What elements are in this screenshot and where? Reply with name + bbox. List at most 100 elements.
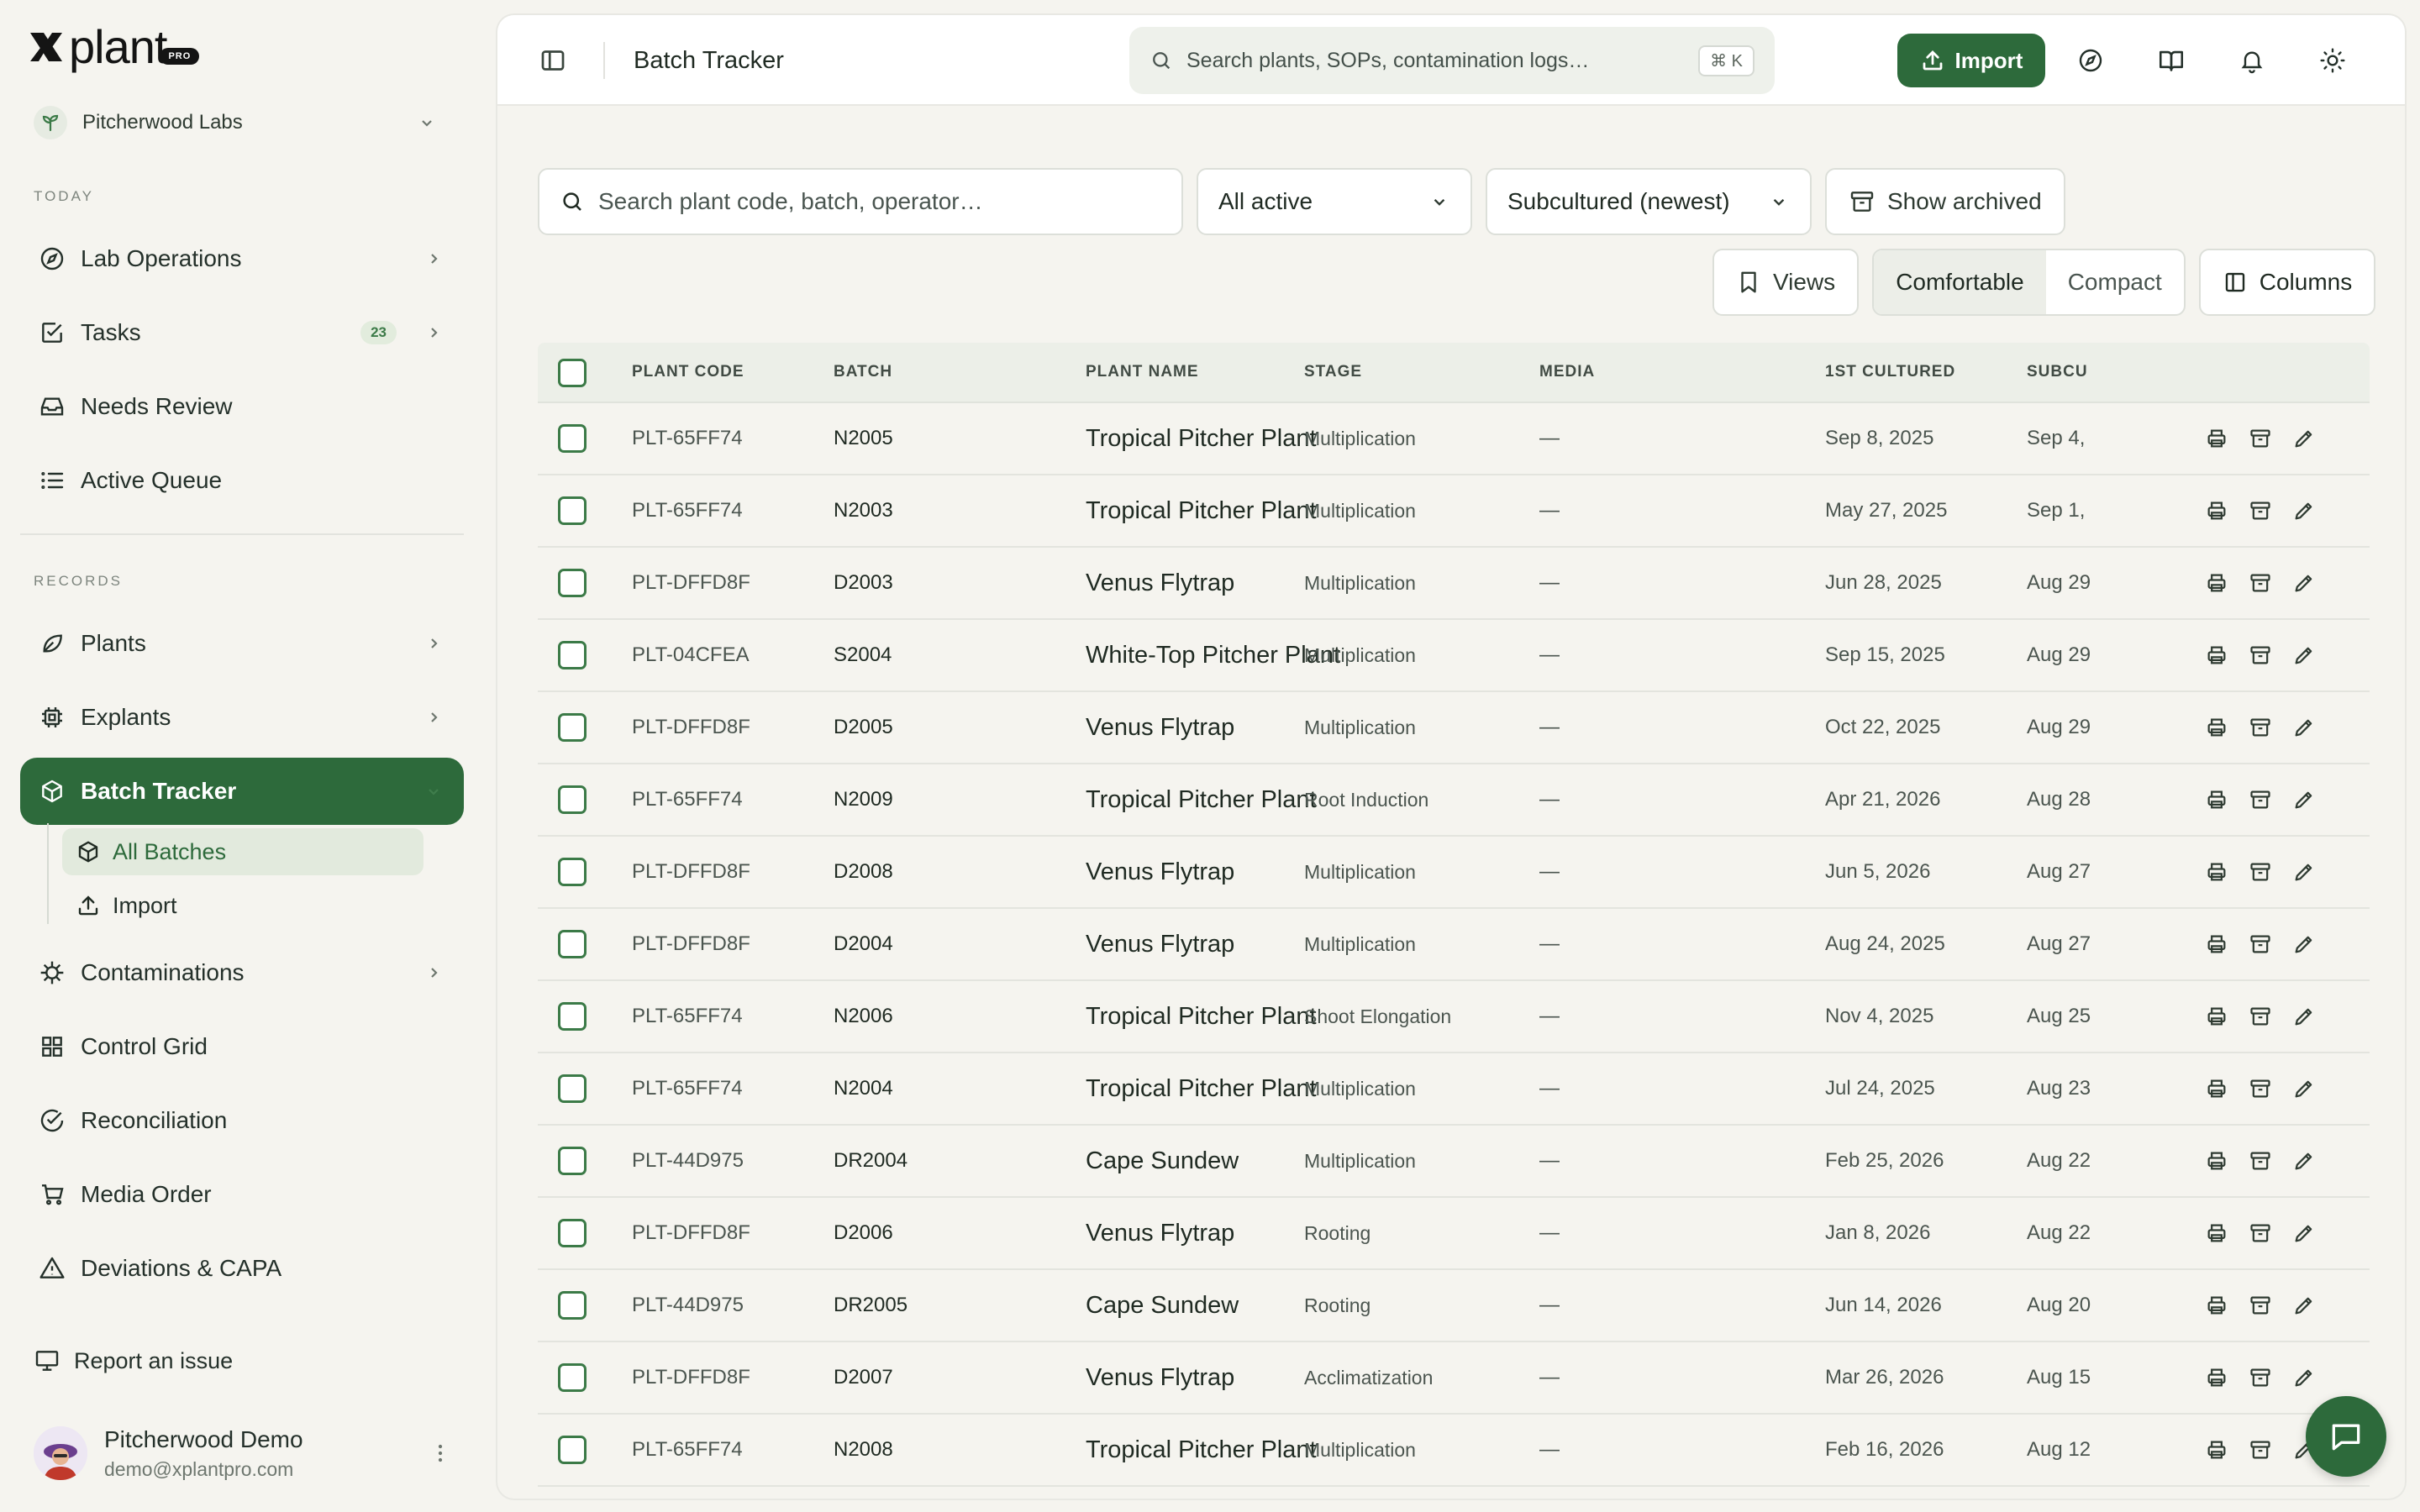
- cell-plant-code[interactable]: PLT-DFFD8F: [632, 932, 750, 956]
- table-row[interactable]: PLT-65FF74 N2004 Tropical Pitcher Plant Mul…: [538, 1053, 2370, 1126]
- archive-icon[interactable]: [2238, 855, 2282, 889]
- book-icon[interactable]: [2153, 42, 2190, 79]
- cell-plant-code[interactable]: PLT-04CFEA: [632, 643, 750, 667]
- status-select[interactable]: All active: [1197, 168, 1472, 235]
- edit-icon[interactable]: [2282, 783, 2326, 816]
- archive-icon[interactable]: [2238, 638, 2282, 672]
- cell-plant-code[interactable]: PLT-65FF74: [632, 1077, 743, 1100]
- edit-icon[interactable]: [2282, 711, 2326, 744]
- row-checkbox[interactable]: [558, 1074, 587, 1103]
- density-compact[interactable]: Compact: [2046, 250, 2184, 314]
- row-checkbox[interactable]: [558, 1363, 587, 1392]
- table-row[interactable]: PLT-65FF74 N2008 Tropical Pitcher Plant Mul…: [538, 1415, 2370, 1487]
- column-header-first-cultured[interactable]: 1ST CULTURED: [1825, 363, 1955, 381]
- sidebar-subitem-all-batches[interactable]: All Batches: [62, 828, 424, 875]
- table-search-input[interactable]: Search plant code, batch, operator…: [538, 168, 1183, 235]
- import-button[interactable]: Import: [1897, 34, 2045, 87]
- cell-plant-code[interactable]: PLT-65FF74: [632, 1005, 743, 1028]
- archive-icon[interactable]: [2238, 1000, 2282, 1033]
- table-row[interactable]: PLT-65FF74 N2003 Tropical Pitcher Plant Mul…: [538, 475, 2370, 548]
- edit-icon[interactable]: [2282, 855, 2326, 889]
- sidebar-item-tasks[interactable]: Tasks 23: [20, 299, 464, 366]
- archive-icon[interactable]: [2238, 422, 2282, 455]
- row-checkbox[interactable]: [558, 858, 587, 886]
- columns-button[interactable]: Columns: [2198, 249, 2376, 316]
- archive-icon[interactable]: [2238, 1144, 2282, 1178]
- print-icon[interactable]: [2195, 1216, 2238, 1250]
- edit-icon[interactable]: [2282, 1072, 2326, 1105]
- archive-icon[interactable]: [2238, 711, 2282, 744]
- table-row[interactable]: PLT-04CFEA S2004 White-Top Pitcher Plant Mu…: [538, 620, 2370, 692]
- table-row[interactable]: PLT-DFFD8F D2008 Venus Flytrap Multiplicati…: [538, 837, 2370, 909]
- sort-select[interactable]: Subcultured (newest): [1486, 168, 1812, 235]
- sun-icon[interactable]: [2314, 42, 2351, 79]
- select-all-checkbox[interactable]: [558, 359, 587, 387]
- column-header-batch[interactable]: BATCH: [834, 363, 892, 381]
- sidebar-item-batch-tracker[interactable]: Batch Tracker: [20, 758, 464, 825]
- sidebar-item-control-grid[interactable]: Control Grid: [20, 1013, 464, 1080]
- compass-icon[interactable]: [2072, 42, 2109, 79]
- workspace-switcher[interactable]: Pitcherwood Labs: [34, 102, 437, 143]
- row-checkbox[interactable]: [558, 641, 587, 669]
- edit-icon[interactable]: [2282, 566, 2326, 600]
- edit-icon[interactable]: [2282, 638, 2326, 672]
- cell-plant-code[interactable]: PLT-65FF74: [632, 427, 743, 450]
- cell-plant-code[interactable]: PLT-DFFD8F: [632, 1221, 750, 1245]
- cell-plant-code[interactable]: PLT-DFFD8F: [632, 860, 750, 884]
- table-row[interactable]: PLT-DFFD8F D2004 Venus Flytrap Multiplicati…: [538, 909, 2370, 981]
- cell-plant-code[interactable]: PLT-65FF74: [632, 788, 743, 811]
- print-icon[interactable]: [2195, 1433, 2238, 1467]
- show-archived-button[interactable]: Show archived: [1825, 168, 2065, 235]
- edit-icon[interactable]: [2282, 927, 2326, 961]
- archive-icon[interactable]: [2238, 1289, 2282, 1322]
- archive-icon[interactable]: [2238, 566, 2282, 600]
- print-icon[interactable]: [2195, 1000, 2238, 1033]
- print-icon[interactable]: [2195, 1289, 2238, 1322]
- user-menu[interactable]: Pitcherwood Demo demo@xplantpro.com: [34, 1420, 454, 1487]
- row-checkbox[interactable]: [558, 1147, 587, 1175]
- sidebar-item-lab-operations[interactable]: Lab Operations: [20, 225, 464, 292]
- print-icon[interactable]: [2195, 855, 2238, 889]
- archive-icon[interactable]: [2238, 927, 2282, 961]
- print-icon[interactable]: [2195, 638, 2238, 672]
- column-header-media[interactable]: MEDIA: [1539, 363, 1595, 381]
- sidebar-item-active-queue[interactable]: Active Queue: [20, 447, 464, 514]
- table-row[interactable]: PLT-DFFD8F D2006 Venus Flytrap Rooting — Jan …: [538, 1198, 2370, 1270]
- cell-plant-code[interactable]: PLT-DFFD8F: [632, 716, 750, 739]
- row-checkbox[interactable]: [558, 1219, 587, 1247]
- row-checkbox[interactable]: [558, 569, 587, 597]
- archive-icon[interactable]: [2238, 1072, 2282, 1105]
- print-icon[interactable]: [2195, 927, 2238, 961]
- row-checkbox[interactable]: [558, 1436, 587, 1464]
- row-checkbox[interactable]: [558, 713, 587, 742]
- edit-icon[interactable]: [2282, 1216, 2326, 1250]
- sidebar-item-deviations-capa[interactable]: Deviations & CAPA: [20, 1235, 464, 1302]
- edit-icon[interactable]: [2282, 1000, 2326, 1033]
- column-header-plant-code[interactable]: PLANT CODE: [632, 363, 744, 381]
- column-header-subcultured[interactable]: SUBCU: [2027, 363, 2088, 381]
- print-icon[interactable]: [2195, 783, 2238, 816]
- sidebar-item-needs-review[interactable]: Needs Review: [20, 373, 464, 440]
- print-icon[interactable]: [2195, 494, 2238, 528]
- cell-plant-code[interactable]: PLT-65FF74: [632, 499, 743, 522]
- sidebar-item-reconciliation[interactable]: Reconciliation: [20, 1087, 464, 1154]
- brand-logo[interactable]: plant PRO: [27, 24, 200, 71]
- archive-icon[interactable]: [2238, 1361, 2282, 1394]
- row-checkbox[interactable]: [558, 1291, 587, 1320]
- row-checkbox[interactable]: [558, 496, 587, 525]
- table-row[interactable]: PLT-DFFD8F D2007 Venus Flytrap Acclimatizat…: [538, 1342, 2370, 1415]
- print-icon[interactable]: [2195, 566, 2238, 600]
- table-row[interactable]: PLT-44D975 DR2004 Cape Sundew Multiplicatio…: [538, 1126, 2370, 1198]
- edit-icon[interactable]: [2282, 1144, 2326, 1178]
- edit-icon[interactable]: [2282, 1361, 2326, 1394]
- chat-button[interactable]: [2306, 1396, 2386, 1477]
- print-icon[interactable]: [2195, 422, 2238, 455]
- column-header-plant-name[interactable]: PLANT NAME: [1086, 363, 1199, 381]
- row-checkbox[interactable]: [558, 424, 587, 453]
- cell-plant-code[interactable]: PLT-44D975: [632, 1149, 744, 1173]
- archive-icon[interactable]: [2238, 1433, 2282, 1467]
- bell-icon[interactable]: [2233, 42, 2270, 79]
- table-row[interactable]: PLT-44D975 DR2005 Cape Sundew Rooting — Jun 1…: [538, 1270, 2370, 1342]
- table-row[interactable]: PLT-DFFD8F D2005 Venus Flytrap Multiplicati…: [538, 692, 2370, 764]
- row-checkbox[interactable]: [558, 1002, 587, 1031]
